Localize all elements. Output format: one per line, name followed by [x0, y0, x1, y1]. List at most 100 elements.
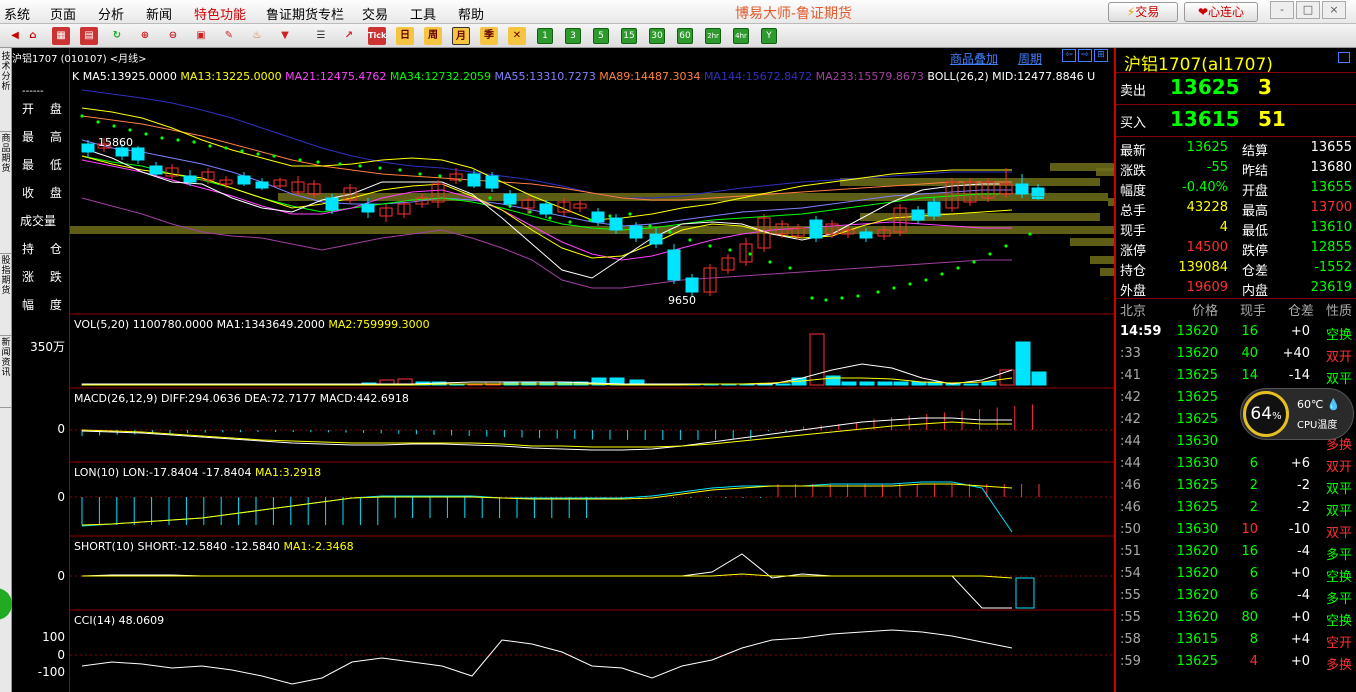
maximize-button[interactable]: □	[1296, 1, 1320, 19]
low-price-label: 9650	[668, 294, 696, 307]
tick-cell: :51	[1120, 544, 1141, 559]
tab-commodity-futures[interactable]: 商品期货	[0, 134, 12, 254]
tick-row[interactable]: :44 13630 6 +6 双开	[1116, 454, 1356, 475]
tick-cell: 13625	[1176, 390, 1218, 405]
tab-technical-analysis[interactable]: 技术分析	[0, 52, 12, 132]
season-button[interactable]: 季	[480, 27, 498, 45]
menu-system[interactable]: 系统	[4, 4, 30, 23]
zoom-out-icon[interactable]: ⊖	[164, 27, 182, 45]
cross-icon[interactable]: ✕	[508, 27, 526, 45]
stat-label: 幅度	[1120, 184, 1147, 199]
tick-cell: -4	[1297, 588, 1310, 603]
indicator-icon[interactable]: ↗	[340, 27, 358, 45]
tick-row[interactable]: :55 13620 80 +0 空换	[1116, 608, 1356, 629]
tick-row[interactable]: :46 13625 2 -2 双平	[1116, 476, 1356, 497]
stat-label: 最新	[1120, 144, 1147, 159]
month-button[interactable]: 月	[452, 27, 470, 45]
tick-header-cell: 性质	[1326, 304, 1353, 319]
candle-body	[237, 175, 251, 185]
volume-profile-bar	[1096, 168, 1114, 176]
sar-dot	[358, 164, 362, 168]
menu-analysis[interactable]: 分析	[98, 4, 124, 23]
tick-row[interactable]: :46 13625 2 -2 双平	[1116, 498, 1356, 519]
tab-news[interactable]: 新闻资讯	[0, 338, 12, 408]
menu-page[interactable]: 页面	[50, 4, 76, 23]
home-icon[interactable]: ⌂	[24, 27, 42, 45]
sar-dot	[628, 212, 632, 216]
period-3min-button[interactable]: 3	[565, 28, 581, 44]
period-60min-button[interactable]: 60	[677, 28, 693, 44]
period-1min-button[interactable]: 1	[537, 28, 553, 44]
cci-title: CCI(14) 48.0609	[74, 614, 165, 627]
zoom-in-icon[interactable]: ⊕	[136, 27, 154, 45]
menu-luzheng-column[interactable]: 鲁证期货专栏	[266, 4, 344, 23]
menu-help[interactable]: 帮助	[458, 4, 484, 23]
period-4hr-button[interactable]: 4hr	[733, 28, 749, 44]
stat-label: 内盘	[1242, 284, 1269, 299]
stat-value: 13610	[1310, 220, 1352, 235]
stat-label: 昨结	[1242, 164, 1269, 179]
tick-cell: :59	[1120, 654, 1141, 669]
side-toggle-icon[interactable]	[0, 588, 12, 620]
period-15min-button[interactable]: 15	[621, 28, 637, 44]
tick-cell: -10	[1288, 522, 1310, 537]
sar-dot	[378, 166, 382, 170]
close-button[interactable]: ×	[1322, 1, 1346, 19]
tick-cell: +6	[1290, 456, 1310, 471]
lon-title: LON(10) LON:-17.8404 -17.8404 MA1:3.2918	[74, 466, 322, 479]
sar-dot	[608, 214, 612, 218]
tick-row[interactable]: :54 13620 6 +0 空换	[1116, 564, 1356, 585]
sar-dot	[668, 230, 672, 234]
period-2hr-button[interactable]: 2hr	[705, 28, 721, 44]
window-icon[interactable]: ▣	[192, 27, 210, 45]
sar-dot	[240, 149, 244, 153]
tick-row[interactable]: :58 13615 8 +4 空开	[1116, 630, 1356, 651]
week-button[interactable]: 周	[424, 27, 442, 45]
tick-row[interactable]: 14:59 13620 16 +0 空换	[1116, 322, 1356, 343]
quote-icon[interactable]: ▦	[52, 27, 70, 45]
period-5min-button[interactable]: 5	[593, 28, 609, 44]
kline-chart-area[interactable]: 沪铝1707 (010107) <月线> 商品叠加 周期 ⇦ ⇨ ⊞ K MA5…	[12, 48, 1114, 692]
tick-row[interactable]: :51 13620 16 -4 多平	[1116, 542, 1356, 563]
heart-connect-button[interactable]: ❤心连心	[1184, 2, 1258, 22]
list-icon[interactable]: ☰	[312, 27, 330, 45]
tick-row[interactable]: :59 13625 4 +0 多换	[1116, 652, 1356, 673]
filter-icon[interactable]: ▼	[276, 27, 294, 45]
sar-dot	[208, 144, 212, 148]
tick-header-cell: 现手	[1240, 304, 1267, 319]
stat-label: 涨跌	[1120, 164, 1147, 179]
draw-tool-icon[interactable]: ♨	[248, 27, 266, 45]
volume-bar	[825, 375, 841, 386]
sar-dot	[176, 138, 180, 142]
menu-news[interactable]: 新闻	[146, 4, 172, 23]
pen-icon[interactable]: ✎	[220, 27, 238, 45]
volume-bar	[981, 381, 997, 386]
tick-button[interactable]: Tick	[368, 27, 386, 45]
cpu-temp: 60℃ 💧	[1297, 398, 1341, 411]
menu-tools[interactable]: 工具	[410, 4, 436, 23]
vol-title: VOL(5,20) 1100780.0000 MA1:1343649.2000 …	[74, 318, 430, 331]
minimize-button[interactable]: -	[1270, 1, 1294, 19]
sar-dot	[988, 252, 992, 256]
trade-button[interactable]: ⚡交易	[1108, 2, 1178, 22]
tick-cell: +0	[1290, 654, 1310, 669]
period-year-button[interactable]: Y	[761, 28, 777, 44]
tick-cell: 空开	[1326, 636, 1353, 651]
cpu-temp-label: CPU温度	[1297, 420, 1338, 431]
refresh-icon[interactable]: ↻	[108, 27, 126, 45]
menu-trade[interactable]: 交易	[362, 4, 388, 23]
tick-cell: :46	[1120, 478, 1141, 493]
tab-index-futures[interactable]: 股指期货	[0, 256, 12, 336]
volume-bar	[999, 369, 1015, 386]
tick-row[interactable]: :55 13620 6 -4 多平	[1116, 586, 1356, 607]
tick-row[interactable]: :33 13620 40 +40 双开	[1116, 344, 1356, 365]
tick-row[interactable]: :50 13630 10 -10 双平	[1116, 520, 1356, 541]
day-button[interactable]: 日	[396, 27, 414, 45]
panel-toggle-icon[interactable]	[1338, 52, 1350, 63]
menu-features[interactable]: 特色功能	[194, 4, 246, 23]
back-icon[interactable]: ◀	[6, 27, 24, 45]
tick-row[interactable]: :41 13625 14 -14 双平	[1116, 366, 1356, 387]
sar-dot	[298, 158, 302, 162]
chart-icon[interactable]: ▤	[80, 27, 98, 45]
period-30min-button[interactable]: 30	[649, 28, 665, 44]
